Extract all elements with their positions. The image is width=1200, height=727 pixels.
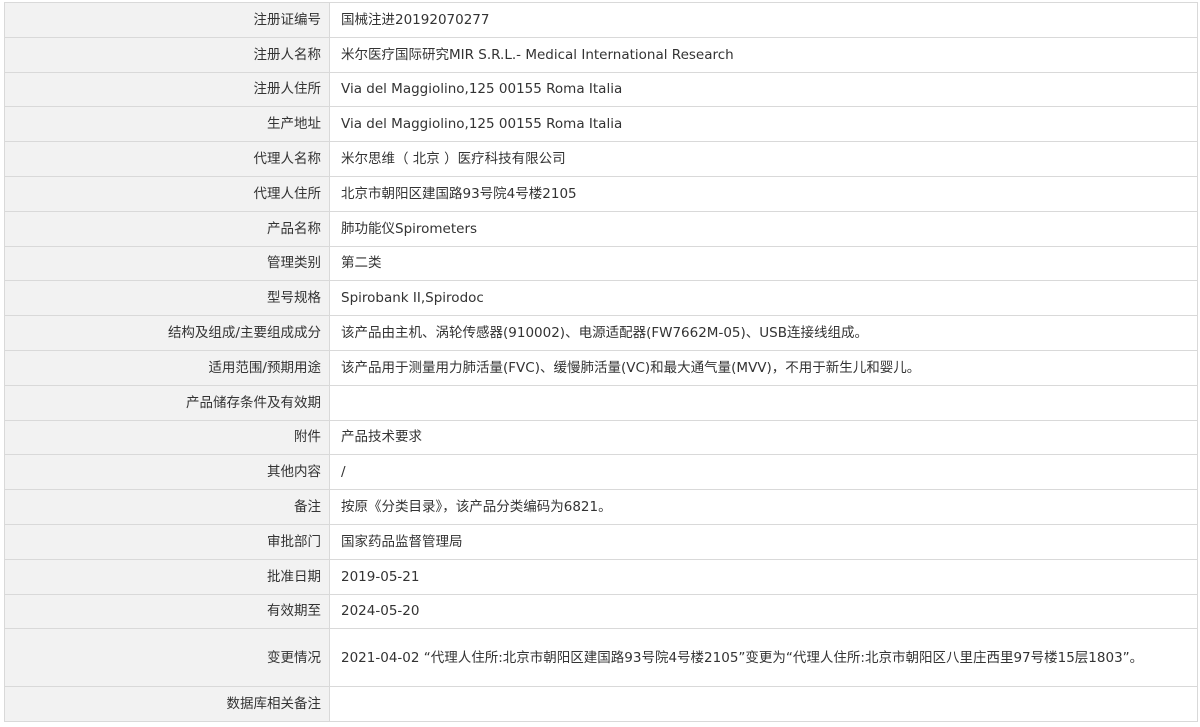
table-row: 审批部门 国家药品监督管理局 — [4, 523, 1198, 560]
table-row: 代理人名称 米尔思维（ 北京 ）医疗科技有限公司 — [4, 141, 1198, 177]
table-row: 注册证编号 国械注进20192070277 — [4, 2, 1198, 38]
field-value: 国家药品监督管理局 — [329, 523, 1198, 560]
field-value: 2019-05-21 — [329, 558, 1198, 595]
field-label: 变更情况 — [4, 628, 330, 688]
table-row: 结构及组成/主要组成成分 该产品由主机、涡轮传感器(910002)、电源适配器(… — [4, 315, 1198, 351]
table-row: 有效期至 2024-05-20 — [4, 593, 1198, 630]
field-label: 型号规格 — [4, 280, 330, 317]
table-row: 数据库相关备注 — [4, 686, 1198, 723]
field-value: / — [329, 454, 1198, 491]
table-row: 其他内容 / — [4, 454, 1198, 491]
table-row: 注册人住所 Via del Maggiolino,125 00155 Roma … — [4, 71, 1198, 108]
field-label: 有效期至 — [4, 593, 330, 630]
field-label: 其他内容 — [4, 454, 330, 491]
field-value: 北京市朝阳区建国路93号院4号楼2105 — [329, 175, 1198, 212]
field-label: 批准日期 — [4, 558, 330, 595]
table-row: 型号规格 Spirobank II,Spirodoc — [4, 280, 1198, 317]
field-value: 2024-05-20 — [329, 593, 1198, 630]
table-row: 批准日期 2019-05-21 — [4, 558, 1198, 595]
field-value: Via del Maggiolino,125 00155 Roma Italia — [329, 106, 1198, 143]
field-label: 适用范围/预期用途 — [4, 349, 330, 386]
field-value: Via del Maggiolino,125 00155 Roma Italia — [329, 71, 1198, 108]
registration-record-table: 注册证编号 国械注进20192070277 注册人名称 米尔医疗国际研究MIR … — [4, 2, 1198, 723]
field-value: 按原《分类目录》，该产品分类编码为6821。 — [329, 489, 1198, 525]
field-label: 注册证编号 — [4, 2, 330, 38]
field-value — [329, 384, 1198, 421]
table-row: 代理人住所 北京市朝阳区建国路93号院4号楼2105 — [4, 175, 1198, 212]
field-label: 数据库相关备注 — [4, 686, 330, 723]
field-label: 代理人名称 — [4, 141, 330, 177]
field-label: 管理类别 — [4, 245, 330, 282]
field-value: 2021-04-02 “代理人住所:北京市朝阳区建国路93号院4号楼2105”变… — [329, 628, 1198, 688]
field-value: 该产品由主机、涡轮传感器(910002)、电源适配器(FW7662M-05)、U… — [329, 315, 1198, 351]
field-value: 国械注进20192070277 — [329, 2, 1198, 38]
field-value: Spirobank II,Spirodoc — [329, 280, 1198, 317]
field-value: 第二类 — [329, 245, 1198, 282]
field-label: 备注 — [4, 489, 330, 525]
field-label: 产品名称 — [4, 210, 330, 247]
table-row: 管理类别 第二类 — [4, 245, 1198, 282]
field-value: 产品技术要求 — [329, 419, 1198, 456]
table-row: 注册人名称 米尔医疗国际研究MIR S.R.L.- Medical Intern… — [4, 36, 1198, 73]
field-label: 注册人名称 — [4, 36, 330, 73]
table-row: 备注 按原《分类目录》，该产品分类编码为6821。 — [4, 489, 1198, 525]
field-value — [329, 686, 1198, 723]
field-label: 产品储存条件及有效期 — [4, 384, 330, 421]
table-row: 产品储存条件及有效期 — [4, 384, 1198, 421]
field-label: 生产地址 — [4, 106, 330, 143]
field-value: 该产品用于测量用力肺活量(FVC)、缓慢肺活量(VC)和最大通气量(MVV)，不… — [329, 349, 1198, 386]
table-row: 生产地址 Via del Maggiolino,125 00155 Roma I… — [4, 106, 1198, 143]
table-row: 适用范围/预期用途 该产品用于测量用力肺活量(FVC)、缓慢肺活量(VC)和最大… — [4, 349, 1198, 386]
field-label: 注册人住所 — [4, 71, 330, 108]
field-value: 米尔医疗国际研究MIR S.R.L.- Medical Internationa… — [329, 36, 1198, 73]
field-label: 结构及组成/主要组成成分 — [4, 315, 330, 351]
field-value: 米尔思维（ 北京 ）医疗科技有限公司 — [329, 141, 1198, 177]
table-row: 附件 产品技术要求 — [4, 419, 1198, 456]
table-row: 变更情况 2021-04-02 “代理人住所:北京市朝阳区建国路93号院4号楼2… — [4, 628, 1198, 688]
table-row: 产品名称 肺功能仪Spirometers — [4, 210, 1198, 247]
field-value: 肺功能仪Spirometers — [329, 210, 1198, 247]
field-label: 审批部门 — [4, 523, 330, 560]
field-label: 代理人住所 — [4, 175, 330, 212]
field-label: 附件 — [4, 419, 330, 456]
